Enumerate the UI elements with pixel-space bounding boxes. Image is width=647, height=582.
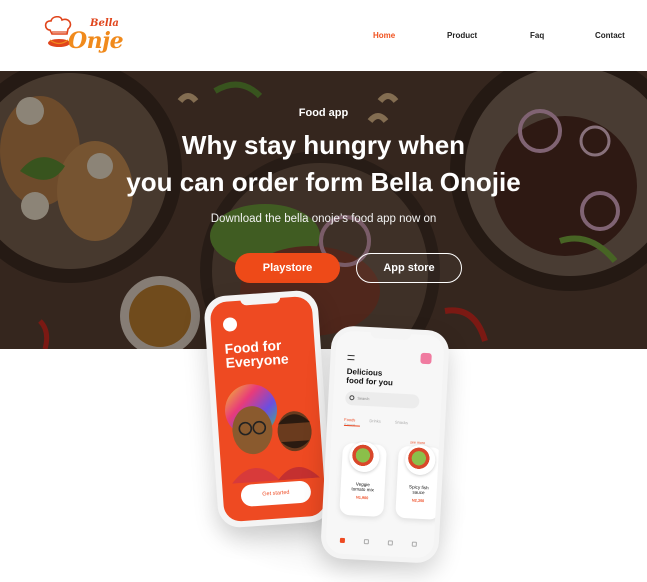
hero-section: Food app Why stay hungry when you can or… xyxy=(0,71,647,349)
brand-logo[interactable]: Bella Onje xyxy=(40,14,130,58)
home-icon[interactable] xyxy=(339,537,346,544)
food-card-name: Spicy fish sauce xyxy=(396,484,440,496)
search-input[interactable]: Search xyxy=(345,390,420,409)
phone-left-screen: Food for Everyone Get started xyxy=(209,295,327,523)
hero-headline-line1: Why stay hungry when xyxy=(181,130,466,160)
food-card-name-line2: tomato mix xyxy=(351,486,374,493)
food-card[interactable]: Veggie tomato mix N1,900 xyxy=(339,441,387,518)
phone-mockup-right: Delicious food for you Search Foods Drin… xyxy=(319,325,451,564)
food-card-price: N1,900 xyxy=(355,495,369,501)
search-placeholder: Search xyxy=(357,396,370,402)
food-card-price: N2,300 xyxy=(411,498,425,504)
playstore-button[interactable]: Playstore xyxy=(235,253,340,283)
category-tabs: Foods Drinks Snacks Sauce xyxy=(344,417,440,432)
phone-right-title: Delicious food for you xyxy=(346,367,407,388)
bottom-nav xyxy=(326,535,434,551)
food-card-name: Veggie tomato mix xyxy=(341,481,385,493)
cart-icon[interactable] xyxy=(387,540,393,546)
tab-snacks[interactable]: Snacks xyxy=(395,419,408,425)
tab-drinks[interactable]: Drinks xyxy=(369,418,381,424)
chef-badge-icon xyxy=(222,316,238,332)
food-card-name-line2: sauce xyxy=(412,489,425,496)
app-store-button[interactable]: App store xyxy=(356,253,462,283)
site-header: Bella Onje Home Product Faq Contact xyxy=(0,0,647,71)
nav-faq-link[interactable]: Faq xyxy=(530,31,544,40)
phone-left-title: Food for Everyone xyxy=(224,336,316,371)
phone-right-screen: Delicious food for you Search Foods Drin… xyxy=(325,330,445,559)
hero-headline-line2: you can order form Bella Onojie xyxy=(126,167,521,197)
phone-right-title-line2: food for you xyxy=(346,375,394,388)
get-started-button[interactable]: Get started xyxy=(240,480,312,508)
food-card-image xyxy=(404,444,437,476)
search-icon xyxy=(349,395,355,401)
menu-icon[interactable] xyxy=(347,354,355,361)
history-icon[interactable] xyxy=(411,541,417,547)
landing-page: Bella Onje Home Product Faq Contact Food… xyxy=(0,0,647,582)
hero-subtitle: Download the bella onoje’s food app now … xyxy=(210,213,437,225)
nav-home-link[interactable]: Home xyxy=(373,31,395,40)
hero-eyebrow: Food app xyxy=(298,107,349,119)
logo-word-onje: Onje xyxy=(68,28,124,54)
food-card-image xyxy=(348,441,381,473)
food-card[interactable]: Spicy fish sauce N2,300 xyxy=(395,444,443,520)
phone-mockup-left: Food for Everyone Get started xyxy=(203,289,333,529)
avatar[interactable] xyxy=(420,352,432,365)
send-icon[interactable] xyxy=(363,539,370,545)
people-illustration xyxy=(225,384,320,484)
nav-product-link[interactable]: Product xyxy=(447,31,477,40)
nav-contact-link[interactable]: Contact xyxy=(595,31,625,40)
